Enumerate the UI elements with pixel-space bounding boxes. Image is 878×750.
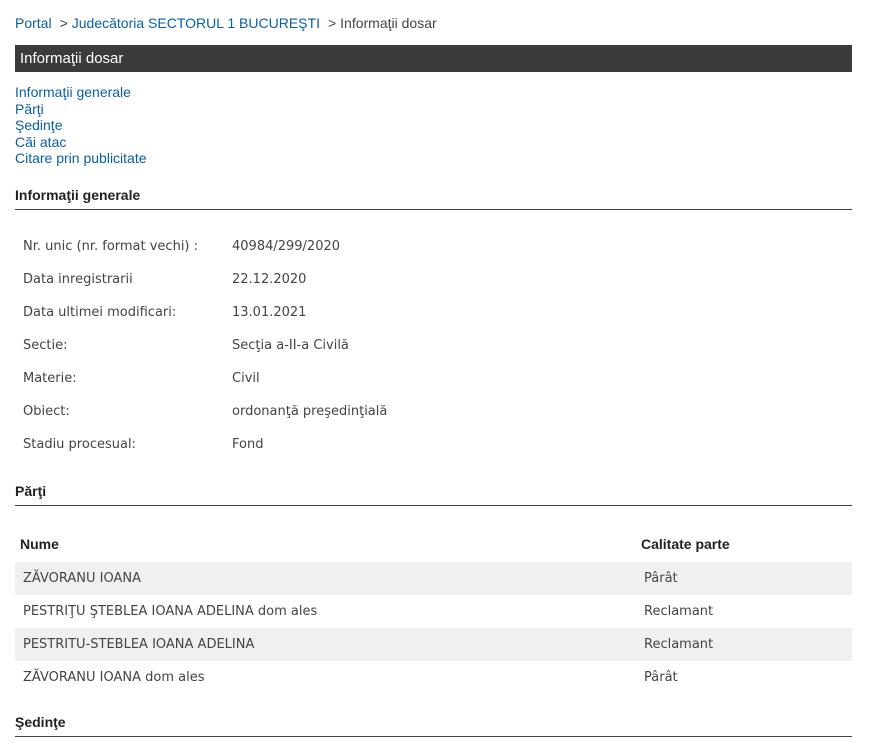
breadcrumb: Portal > Judecătoria SECTORUL 1 BUCUREŞTI >… [15,15,437,31]
info-value: Fond [232,437,264,452]
anchor-cai-atac[interactable]: Căi atac [15,134,147,151]
section-heading-informatii-generale: Informaţii generale [15,187,852,210]
info-label: Stadiu procesual: [23,437,136,452]
info-value: ordonanţă preşedinţială [232,404,388,419]
info-value: Civil [232,371,260,386]
party-name: PESTRITU-STEBLEA IOANA ADELINA [23,637,255,652]
page-title-bar: Informaţii dosar [15,45,852,72]
party-role: Pârât [644,670,678,685]
info-label: Nr. unic (nr. format vechi) : [23,239,199,254]
info-label: Sectie: [23,338,68,353]
info-value: 40984/299/2020 [232,239,341,254]
breadcrumb-separator: > [327,15,337,31]
info-label: Materie: [23,371,77,386]
table-row: PESTRIŢU ŞTEBLEA IOANA ADELINA dom ales … [15,595,852,628]
column-header-calitate-parte: Calitate parte [641,536,730,552]
breadcrumb-portal-link[interactable]: Portal [15,15,52,31]
info-label: Data inregistrarii [23,272,133,287]
info-label: Data ultimei modificari: [23,305,177,320]
table-row: ZĂVORANU IOANA dom ales Pârât [15,661,852,694]
info-value: 13.01.2021 [232,305,307,320]
section-anchor-list: Informaţii generale Părţi Şedinţe Căi at… [15,84,147,167]
table-row: ZĂVORANU IOANA Pârât [15,562,852,595]
party-role: Reclamant [644,637,714,652]
anchor-parti[interactable]: Părţi [15,101,147,118]
parti-table: Nume Calitate parte ZĂVORANU IOANA Pârât… [15,528,852,694]
party-name: PESTRIŢU ŞTEBLEA IOANA ADELINA dom ales [23,604,318,619]
table-header-row: Nume Calitate parte [15,528,852,562]
section-heading-parti: Părţi [15,483,852,506]
anchor-citare-prin-publicitate[interactable]: Citare prin publicitate [15,150,147,167]
party-role: Pârât [644,571,678,586]
breadcrumb-current: Informaţii dosar [340,15,437,31]
party-name: ZĂVORANU IOANA [23,571,141,586]
party-name: ZĂVORANU IOANA dom ales [23,670,205,685]
breadcrumb-separator: > [59,15,68,31]
info-value: Secţia a-II-a Civilă [232,338,349,353]
anchor-sedinte[interactable]: Şedinţe [15,117,147,134]
info-label: Obiect: [23,404,70,419]
info-value: 22.12.2020 [232,272,307,287]
party-role: Reclamant [644,604,714,619]
section-heading-sedinte: Şedinţe [15,714,852,737]
anchor-informatii-generale[interactable]: Informaţii generale [15,84,147,101]
column-header-nume: Nume [20,536,59,552]
breadcrumb-court-link[interactable]: Judecătoria SECTORUL 1 BUCUREŞTI [72,15,320,31]
table-row: PESTRITU-STEBLEA IOANA ADELINA Reclamant [15,628,852,661]
